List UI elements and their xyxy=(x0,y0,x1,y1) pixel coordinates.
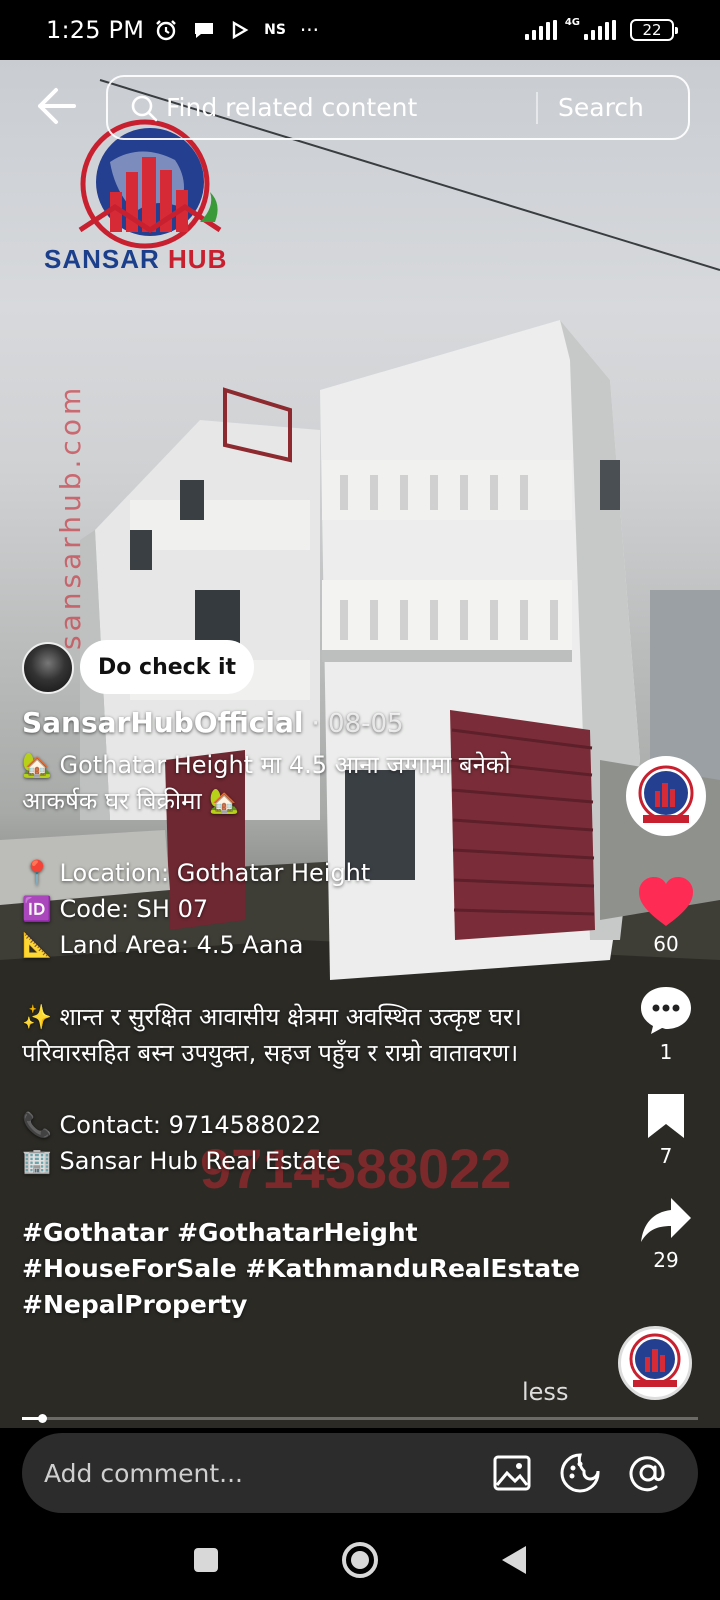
share-icon[interactable] xyxy=(639,1196,693,1244)
less-button[interactable]: less xyxy=(522,1378,568,1406)
hashtags[interactable]: #Gothatar #GothatarHeight #HouseForSale … xyxy=(22,1215,582,1323)
caption-land-area: 📐 Land Area: 4.5 Aana xyxy=(22,931,304,959)
brand-wordmark: SANSAR HUB xyxy=(44,244,228,274)
bookmark-icon[interactable] xyxy=(646,1092,686,1140)
vertical-watermark-url: sansarhub.com xyxy=(54,383,87,650)
search-input[interactable] xyxy=(166,93,536,122)
caption-code: 🆔 Code: SH 07 xyxy=(22,895,209,923)
system-nav-bar xyxy=(0,1520,720,1600)
comment-action[interactable]: 1 xyxy=(638,984,694,1064)
share-action[interactable]: 29 xyxy=(639,1196,693,1272)
caption-headline: 🏡 Gothatar Height मा 4.5 आना जग्गामा बने… xyxy=(22,751,511,815)
caption-company: 🏢 Sansar Hub Real Estate xyxy=(22,1147,341,1175)
comment-input[interactable] xyxy=(44,1458,464,1488)
comment-count: 1 xyxy=(659,1040,673,1064)
search-divider xyxy=(536,91,538,124)
video-progress-bar[interactable] xyxy=(22,1414,698,1423)
save-action[interactable]: 7 xyxy=(646,1092,686,1168)
recents-icon[interactable] xyxy=(192,1546,220,1574)
commenter-avatar[interactable] xyxy=(22,642,74,694)
caption-location: 📍 Location: Gothatar Height xyxy=(22,859,371,887)
search-icon xyxy=(131,95,158,121)
profile-avatar[interactable] xyxy=(626,756,706,836)
comment-icon[interactable] xyxy=(638,984,694,1036)
save-count: 7 xyxy=(659,1144,673,1168)
author-line: SansarHubOfficial · 08-05 xyxy=(22,706,582,739)
signal-icon xyxy=(524,20,557,40)
status-bar: 1:25 PM NS ··· 4G 22 xyxy=(0,0,720,60)
chat-notification-icon xyxy=(195,23,214,38)
home-icon[interactable] xyxy=(340,1540,380,1580)
search-button[interactable]: Search xyxy=(558,93,644,122)
author-name[interactable]: SansarHubOfficial xyxy=(22,706,304,739)
alarm-icon xyxy=(156,20,176,41)
signal-icon-2 xyxy=(584,20,616,40)
status-time: 1:25 PM xyxy=(46,16,145,44)
comment-bar[interactable] xyxy=(22,1433,698,1513)
image-icon[interactable] xyxy=(492,1453,532,1493)
network-type-label: 4G xyxy=(564,16,580,28)
comment-bubble[interactable]: Do check it xyxy=(80,640,255,694)
music-disc-logo xyxy=(629,1333,681,1387)
play-notification-icon xyxy=(232,20,249,40)
network-notification-label: NS xyxy=(264,22,286,38)
brand-avatar-logo xyxy=(638,765,694,823)
battery-icon: 22 xyxy=(630,19,678,41)
caption-contact: 📞 Contact: 9714588022 xyxy=(22,1111,322,1139)
heart-icon[interactable] xyxy=(637,876,695,928)
search-bar[interactable]: Search xyxy=(106,75,690,140)
back-arrow-icon[interactable] xyxy=(34,84,78,128)
share-count: 29 xyxy=(653,1248,679,1272)
music-disc[interactable] xyxy=(618,1326,692,1400)
back-nav-icon[interactable] xyxy=(500,1544,528,1576)
like-count: 60 xyxy=(653,932,679,956)
at-icon[interactable] xyxy=(628,1453,668,1493)
sticker-icon[interactable] xyxy=(560,1453,600,1493)
more-notifications-icon: ··· xyxy=(299,18,319,42)
like-action[interactable]: 60 xyxy=(637,876,695,956)
action-column: 60 1 7 29 xyxy=(626,756,706,1272)
caption-details: ✨ शान्त र सुरक्षित आवासीय क्षेत्रमा अवस्… xyxy=(22,1003,522,1067)
post-description[interactable]: 🏡 Gothatar Height मा 4.5 आना जग्गामा बने… xyxy=(22,747,582,1179)
system-indicators: 4G 22 xyxy=(524,16,678,41)
post-caption: SansarHubOfficial · 08-05 🏡 Gothatar Hei… xyxy=(22,706,582,1323)
post-date: · 08-05 xyxy=(311,709,404,739)
notification-icons: NS ··· xyxy=(154,18,319,42)
